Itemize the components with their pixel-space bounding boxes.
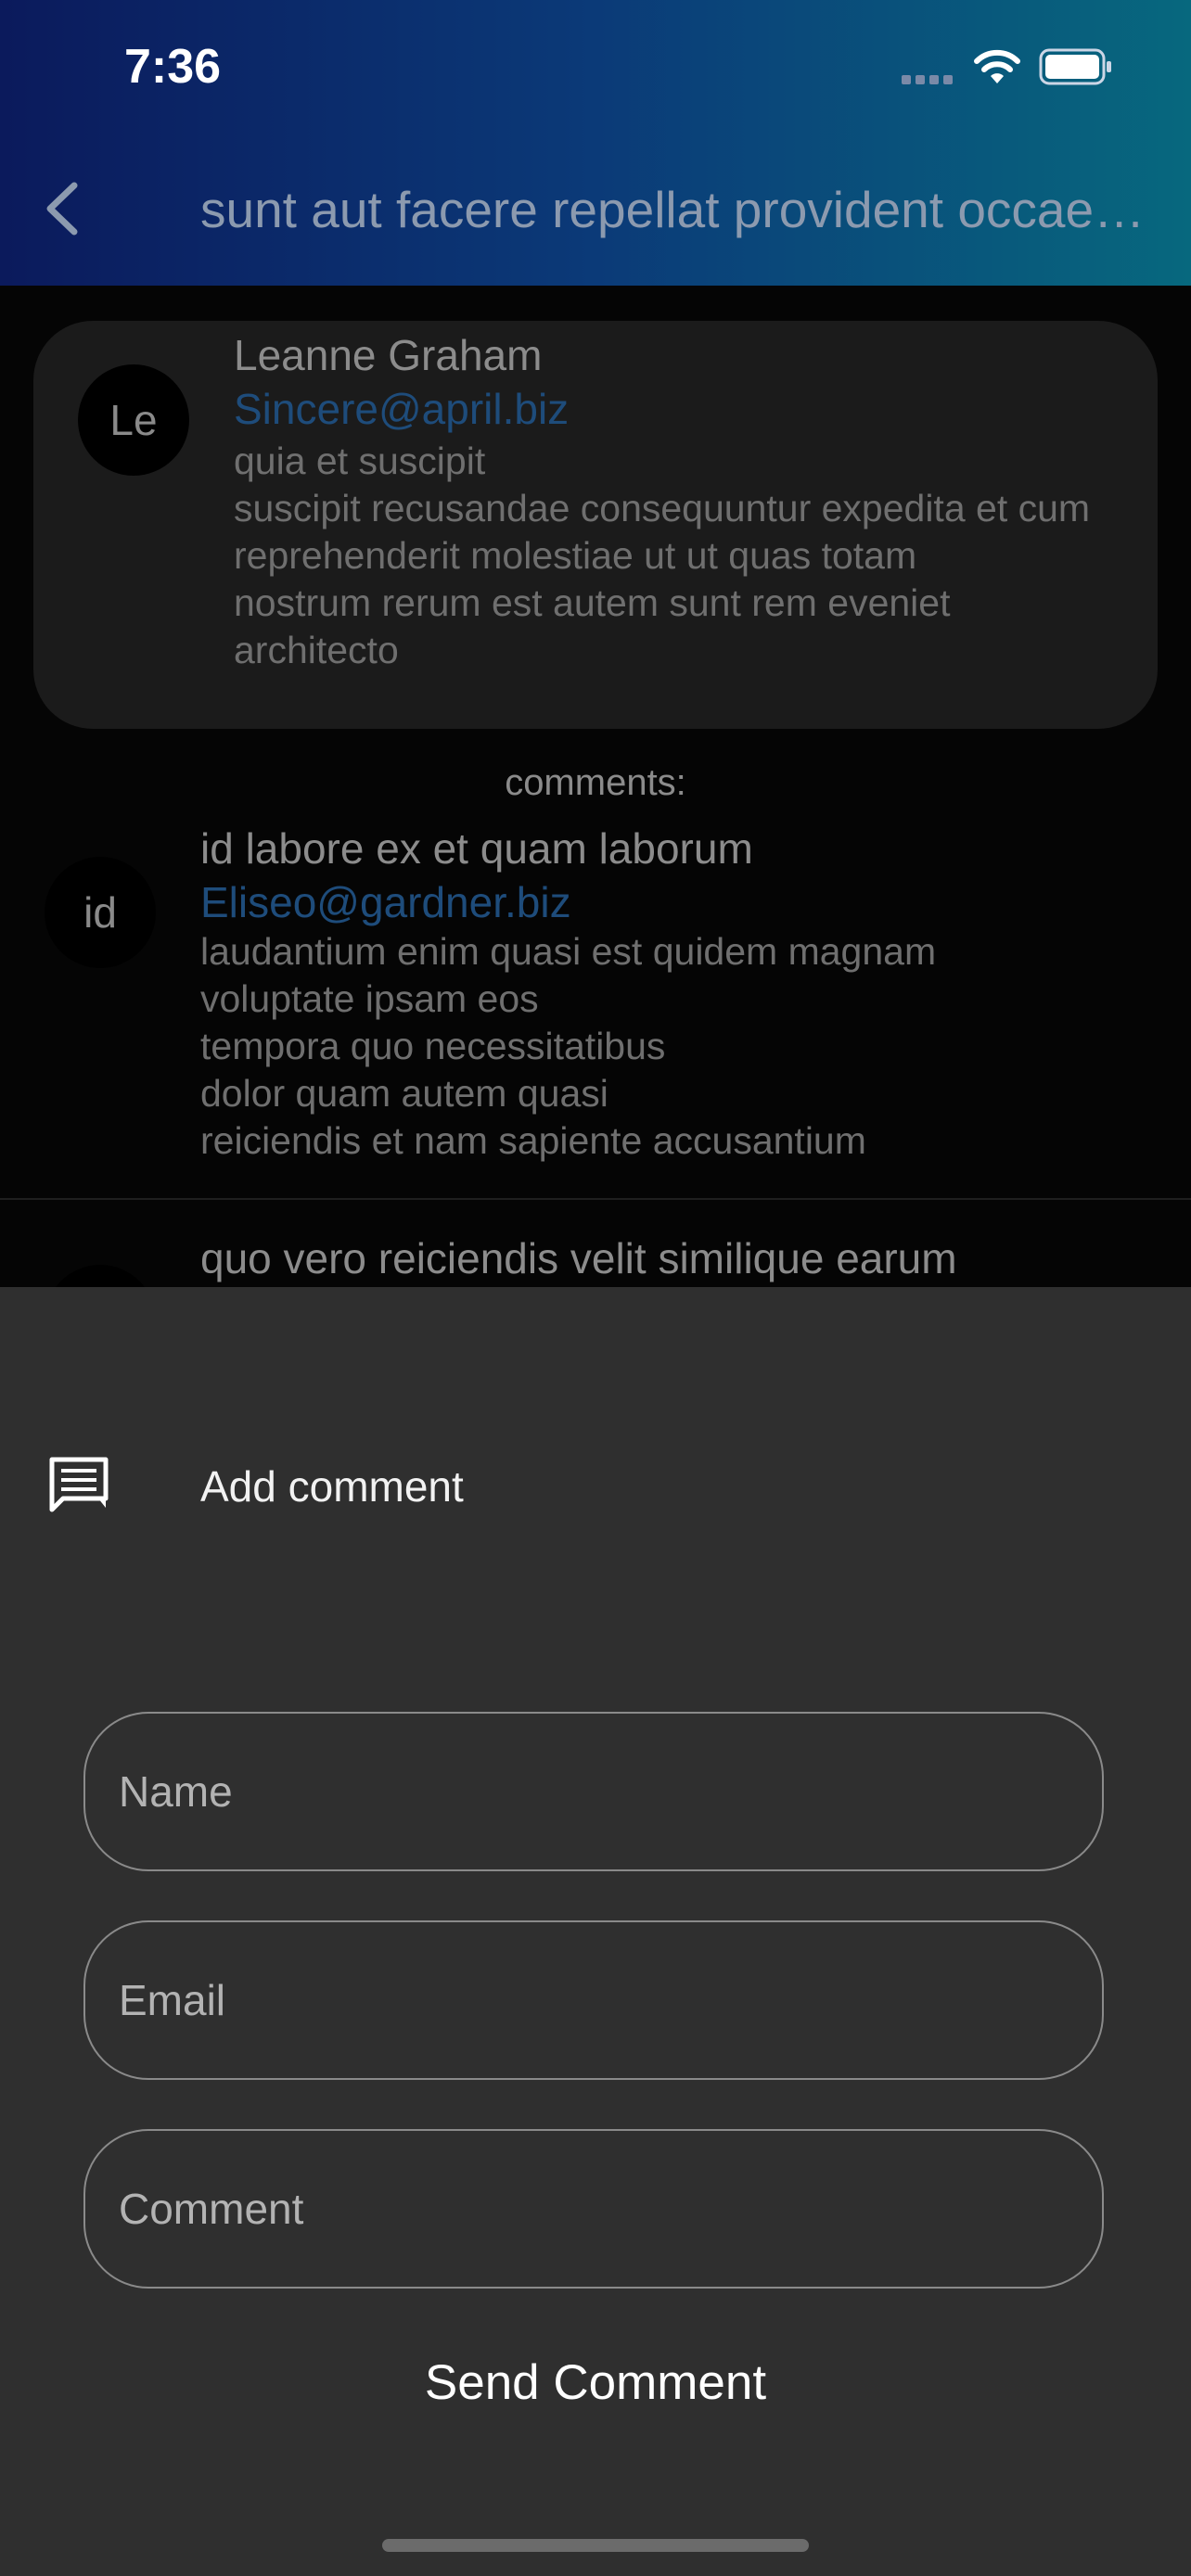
comments-heading: comments:: [505, 762, 686, 803]
comment-name: quo vero reiciendis velit similique earu…: [200, 1234, 957, 1282]
comment-field[interactable]: [83, 2129, 1104, 2289]
send-comment-button[interactable]: Send Comment: [0, 2353, 1191, 2412]
back-chevron-icon[interactable]: [39, 178, 85, 239]
battery-icon: [1039, 48, 1111, 85]
name-field[interactable]: [83, 1712, 1104, 1871]
post-author-name: Leanne Graham: [234, 331, 543, 379]
comment-avatar: id: [45, 857, 156, 968]
comment-name: id labore ex et quam laborum: [200, 824, 753, 873]
wifi-icon: [974, 49, 1020, 83]
app-bar: 7:36 sunt aut facere repellat provident …: [0, 0, 1191, 286]
page-title: sunt aut facere repellat provident occae…: [200, 181, 1146, 238]
comment-body: laudantium enim quasi est quidem magnam …: [200, 930, 937, 1162]
post-author-email[interactable]: Sincere@april.biz: [234, 384, 569, 434]
comment-email[interactable]: Eliseo@gardner.biz: [200, 877, 571, 927]
home-indicator[interactable]: [382, 2539, 809, 2552]
list-divider: [0, 1198, 1191, 1200]
comment-icon: [49, 1457, 109, 1512]
post-avatar: Le: [78, 364, 189, 476]
cellular-signal-icon: [902, 72, 959, 84]
sheet-title: Add comment: [200, 1462, 464, 1511]
email-field[interactable]: [83, 1920, 1104, 2080]
status-time: 7:36: [124, 40, 222, 94]
post-body: quia et suscipit suscipit recusandae con…: [234, 440, 1091, 671]
